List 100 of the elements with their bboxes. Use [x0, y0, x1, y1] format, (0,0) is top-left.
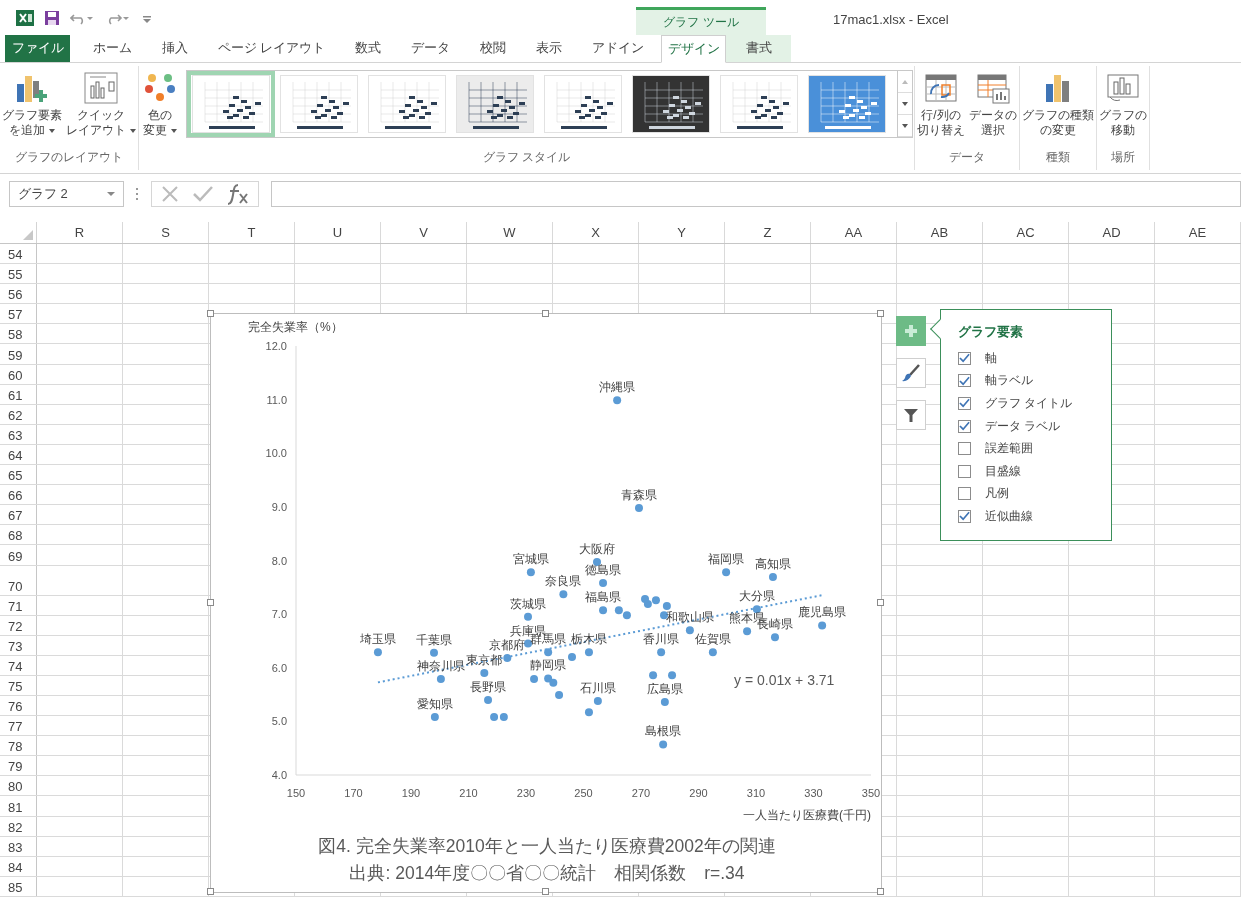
row-header[interactable]: 63 — [0, 424, 37, 444]
checkbox[interactable] — [958, 442, 971, 456]
data-point[interactable] — [614, 606, 623, 615]
column-header[interactable]: V — [381, 222, 467, 243]
row-header[interactable]: 70 — [0, 565, 37, 595]
ribbon-button[interactable]: グラフの種類 の変更 — [1021, 70, 1095, 140]
ribbon-button[interactable]: データの 選択 — [968, 70, 1018, 140]
chart-style-thumbnail[interactable] — [187, 71, 275, 137]
data-point[interactable] — [768, 573, 777, 582]
checkbox[interactable] — [958, 374, 971, 388]
data-point[interactable] — [480, 669, 489, 678]
select-all-icon[interactable] — [23, 230, 33, 240]
data-point[interactable] — [436, 675, 445, 683]
resize-handle[interactable] — [207, 310, 214, 317]
data-point[interactable] — [544, 648, 553, 657]
ribbon-tab[interactable]: 挿入 — [147, 35, 203, 62]
resize-handle[interactable] — [877, 888, 884, 895]
data-point[interactable] — [568, 653, 576, 662]
row-header[interactable]: 54 — [0, 244, 37, 264]
ribbon-tab[interactable]: アドイン — [577, 35, 660, 62]
row-header[interactable]: 66 — [0, 485, 37, 505]
name-box[interactable]: グラフ 2 — [9, 181, 124, 207]
data-point[interactable] — [599, 606, 608, 615]
insert-function-icon[interactable] — [226, 183, 250, 205]
checkbox[interactable] — [958, 397, 971, 410]
ribbon-tab[interactable]: 表示 — [521, 35, 578, 62]
row-header[interactable]: 69 — [0, 545, 37, 565]
data-point[interactable] — [555, 691, 564, 700]
cancel-icon[interactable] — [160, 184, 180, 204]
data-point[interactable] — [584, 708, 593, 717]
row-header[interactable]: 64 — [0, 444, 37, 465]
data-point[interactable] — [613, 396, 622, 405]
chart-area[interactable] — [210, 313, 882, 893]
data-point[interactable] — [430, 648, 438, 657]
data-point[interactable] — [659, 740, 668, 749]
data-point[interactable] — [818, 621, 827, 630]
ribbon-button[interactable]: グラフの 移動 — [1098, 70, 1148, 140]
row-header[interactable]: 80 — [0, 776, 37, 796]
chart-styles-button[interactable] — [896, 358, 926, 388]
data-point[interactable] — [599, 579, 608, 587]
resize-handle[interactable] — [542, 310, 549, 317]
data-point[interactable] — [657, 648, 666, 657]
data-point[interactable] — [484, 695, 493, 704]
resize-handle[interactable] — [207, 888, 214, 895]
ribbon-button[interactable]: グラフ要素 を追加 — [1, 70, 63, 140]
data-point[interactable] — [499, 713, 508, 722]
chart-filters-button[interactable] — [896, 400, 926, 430]
row-header[interactable]: 62 — [0, 404, 37, 424]
ribbon-tab[interactable]: データ — [396, 35, 466, 62]
row-header[interactable]: 79 — [0, 756, 37, 776]
column-header[interactable]: T — [209, 222, 295, 243]
row-header[interactable]: 65 — [0, 465, 37, 485]
row-header[interactable]: 82 — [0, 816, 37, 836]
data-point[interactable] — [668, 671, 677, 680]
row-header[interactable]: 55 — [0, 264, 37, 284]
checkbox[interactable] — [958, 464, 971, 478]
ribbon-tab[interactable]: デザイン — [661, 35, 727, 63]
ribbon-tab[interactable]: 書式 — [726, 35, 792, 62]
file-tab[interactable]: ファイル — [5, 35, 70, 62]
row-header[interactable]: 61 — [0, 384, 37, 404]
data-point[interactable] — [490, 713, 499, 722]
ribbon-tab[interactable]: 校閲 — [465, 35, 522, 62]
data-point[interactable] — [685, 626, 694, 635]
row-header[interactable]: 83 — [0, 836, 37, 856]
column-header[interactable]: S — [123, 222, 209, 243]
column-header[interactable]: Y — [639, 222, 725, 243]
ribbon-tab[interactable]: 数式 — [340, 35, 397, 62]
checkbox[interactable] — [958, 487, 971, 501]
save-icon[interactable] — [44, 9, 60, 26]
column-header[interactable]: AD — [1069, 222, 1155, 243]
row-header[interactable]: 57 — [0, 304, 37, 324]
data-point[interactable] — [526, 568, 535, 577]
resize-handle[interactable] — [877, 310, 884, 317]
chart-elements-button[interactable] — [896, 316, 926, 346]
column-header[interactable]: AC — [983, 222, 1069, 243]
column-header[interactable]: R — [37, 222, 123, 243]
column-header[interactable]: U — [295, 222, 381, 243]
row-header[interactable]: 76 — [0, 695, 37, 716]
ribbon-tab[interactable]: ホーム — [78, 35, 147, 62]
data-point[interactable] — [752, 605, 761, 614]
row-header[interactable]: 73 — [0, 635, 37, 655]
data-point[interactable] — [549, 678, 558, 687]
column-header[interactable]: X — [553, 222, 639, 243]
row-header[interactable]: 59 — [0, 344, 37, 364]
column-header[interactable]: AB — [897, 222, 983, 243]
row-header[interactable]: 74 — [0, 655, 37, 675]
data-point[interactable] — [662, 602, 671, 611]
row-header[interactable]: 78 — [0, 736, 37, 756]
row-header[interactable]: 56 — [0, 284, 37, 304]
resize-handle[interactable] — [877, 599, 884, 606]
checkbox[interactable] — [958, 509, 971, 523]
data-point[interactable] — [722, 568, 731, 577]
column-header[interactable]: AA — [811, 222, 897, 243]
data-point[interactable] — [651, 596, 660, 605]
row-header[interactable]: 68 — [0, 525, 37, 545]
data-point[interactable] — [660, 698, 669, 707]
data-point[interactable] — [708, 648, 717, 657]
confirm-icon[interactable] — [192, 184, 214, 204]
data-point[interactable] — [524, 639, 532, 648]
data-point[interactable] — [635, 503, 643, 512]
